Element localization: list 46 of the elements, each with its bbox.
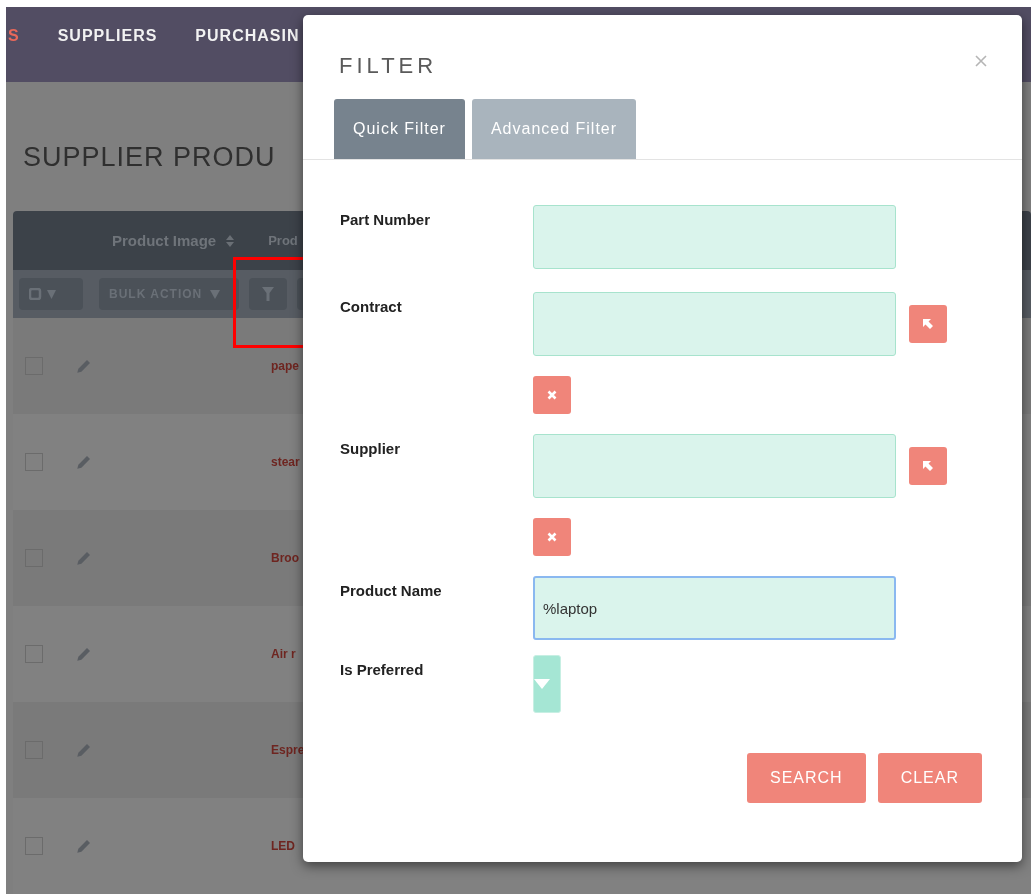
field-label: Contract <box>340 298 403 317</box>
product-link[interactable]: pape <box>271 359 299 373</box>
select-all-dropdown[interactable] <box>19 278 83 310</box>
caret-icon <box>534 679 550 689</box>
input-field[interactable] <box>533 292 896 356</box>
pencil-icon[interactable] <box>75 645 93 663</box>
product-link[interactable]: LED <box>271 839 295 853</box>
field-label: Supplier <box>340 440 401 459</box>
input-field[interactable]: %laptop <box>533 576 896 640</box>
product-link[interactable]: Espre <box>271 743 305 757</box>
sort-icon[interactable] <box>226 234 235 247</box>
dialog-title: FILTER <box>339 53 438 79</box>
page-title: SUPPLIER PRODU <box>23 142 276 173</box>
filter-icon <box>262 287 274 301</box>
pencil-icon[interactable] <box>75 453 93 471</box>
nav-link[interactable]: S <box>8 27 20 45</box>
cursor-arrow-icon <box>922 318 934 330</box>
product-link[interactable]: stear <box>271 455 300 469</box>
select-button[interactable] <box>909 447 947 485</box>
cursor-arrow-icon <box>922 460 934 472</box>
clear-button[interactable] <box>533 518 571 556</box>
dropdown-select[interactable] <box>533 655 561 713</box>
filter-tab[interactable]: Advanced Filter <box>471 99 637 159</box>
clear-button[interactable] <box>533 376 571 414</box>
field-label: Product Name <box>340 582 443 601</box>
close-icon <box>547 390 557 400</box>
dialog-button[interactable]: CLEAR <box>877 753 982 803</box>
field-label: Is Preferred <box>340 661 425 680</box>
pencil-icon[interactable] <box>75 357 93 375</box>
caret-icon <box>210 289 221 299</box>
dialog-button[interactable]: SEARCH <box>746 753 866 803</box>
pencil-icon[interactable] <box>75 837 93 855</box>
nav-link[interactable]: SUPPLIERS <box>57 27 158 45</box>
filter-button[interactable] <box>249 278 287 310</box>
input-field[interactable] <box>533 205 896 269</box>
filter-tab[interactable]: Quick Filter <box>334 99 465 159</box>
nav-link[interactable]: PURCHASIN <box>195 27 300 45</box>
checkbox-caret-icon <box>29 288 57 300</box>
pencil-icon[interactable] <box>75 549 93 567</box>
input-field[interactable] <box>533 434 896 498</box>
field-label: Part Number <box>340 211 432 230</box>
select-button[interactable] <box>909 305 947 343</box>
close-icon <box>547 532 557 542</box>
product-link[interactable]: Air r <box>271 647 296 661</box>
product-link[interactable]: Broo <box>271 551 299 565</box>
pencil-icon[interactable] <box>75 741 93 759</box>
